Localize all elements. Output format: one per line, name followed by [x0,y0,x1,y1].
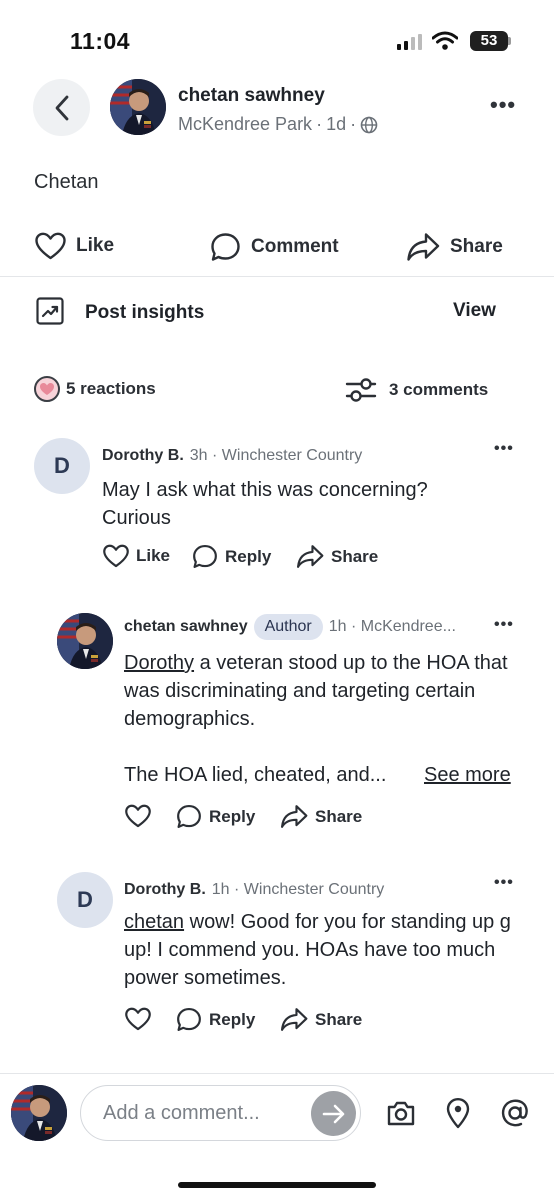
comment-text-continued: The HOA lied, cheated, and... [124,764,387,786]
comment-button[interactable]: Comment [210,232,339,262]
comment-header: chetan sawhney Author 1h · McKendree... [124,614,456,640]
author-badge: Author [253,614,323,640]
share-label: Share [331,546,379,566]
back-button[interactable] [33,79,90,136]
filter-sliders-icon [345,378,377,402]
camera-icon[interactable] [386,1099,416,1127]
composer-divider [0,1073,554,1074]
reactions-summary[interactable]: 5 reactions [34,376,156,402]
commenter-name[interactable]: chetan sawhney [124,618,248,636]
comment-meta: 3h · Winchester Country [189,447,363,464]
post-insights-label: Post insights [85,302,205,323]
comment-label: Comment [251,236,339,257]
cellular-signal-icon [397,34,422,50]
share-button[interactable]: Share [406,232,503,262]
like-label: Like [76,235,115,256]
comment-reply-button[interactable]: Reply [176,1007,255,1032]
comment-meta: 1h · Winchester Country [211,881,385,898]
like-label: Like [136,546,171,565]
reactions-count: 5 reactions [66,379,156,398]
reply-label: Reply [209,1009,256,1029]
comment-like-button[interactable] [125,1007,151,1031]
share-arrow-icon [407,233,440,261]
send-button[interactable] [311,1091,356,1136]
comment-text: Dorothy a veteran stood up to the HOA th… [124,649,519,733]
comment-share-button[interactable]: Share [296,544,378,569]
comment-reply-button[interactable]: Reply [176,804,255,829]
commenter-name[interactable]: Dorothy B. [124,881,206,899]
meta-separator: · [316,114,323,134]
reply-label: Reply [225,546,272,566]
share-label: Share [315,806,363,826]
mention-at-icon[interactable] [500,1098,530,1128]
comment-more-button[interactable]: ••• [494,440,514,458]
reply-bubble-icon [193,545,217,568]
comment-share-button[interactable]: Share [280,804,362,829]
location-pin-icon[interactable] [445,1097,471,1129]
comment-bubble-icon [211,233,240,261]
see-more-link[interactable]: See more [424,761,511,789]
insights-chart-icon [36,297,64,325]
status-time: 11:04 [70,28,131,54]
commenter-avatar[interactable]: D [57,872,113,928]
heart-icon [35,232,66,260]
author-location[interactable]: McKendree Park [178,114,312,135]
commenter-avatar[interactable] [57,613,113,669]
comment-header: Dorothy B. 1h · Winchester Country [124,881,384,899]
comments-filter-button[interactable]: 3 comments [345,376,488,404]
home-indicator [178,1182,376,1188]
post-age: 1d [326,114,347,134]
comment-text: chetan wow! Good for you for standing up… [124,908,524,992]
post-more-button[interactable]: ••• [490,92,516,118]
meta-separator: · [350,114,357,134]
mention-link[interactable]: Dorothy [124,652,194,674]
avatar-photo [11,1085,67,1141]
wifi-icon [432,31,458,50]
heart-icon [125,1007,151,1031]
comment-meta: 1h · McKendree... [328,618,456,635]
mention-link[interactable]: chetan [124,911,184,933]
commenter-avatar[interactable]: D [34,438,90,494]
divider [0,276,554,277]
comments-count: 3 comments [389,380,489,399]
heart-icon [103,544,129,568]
comment-like-button[interactable]: Like [103,544,170,568]
post-body: Chetan [34,171,99,193]
comment-more-button[interactable]: ••• [494,616,514,634]
reply-label: Reply [209,806,256,826]
comment-header: Dorothy B. 3h · Winchester Country [102,447,362,465]
battery-tip [508,37,511,45]
current-user-avatar[interactable] [11,1085,67,1141]
share-arrow-icon [296,545,324,568]
heart-icon [125,804,151,828]
share-label: Share [315,1009,363,1029]
reaction-heart-icon [34,376,60,402]
share-label: Share [450,236,503,257]
comment-more-button[interactable]: ••• [494,874,514,892]
comment-like-button[interactable] [125,804,151,828]
author-avatar[interactable] [110,79,166,135]
battery-icon: 53 [470,31,508,51]
share-arrow-icon [280,805,308,828]
globe-icon [360,116,378,133]
arrow-right-icon [322,1104,344,1123]
author-name[interactable]: chetan sawhney [178,85,325,107]
insights-view-button[interactable]: View [453,300,496,322]
like-button[interactable]: Like [35,232,114,260]
share-arrow-icon [280,1008,308,1031]
reply-bubble-icon [177,805,201,828]
chevron-left-icon [55,95,68,120]
avatar-photo [57,613,113,669]
comment-share-button[interactable]: Share [280,1007,362,1032]
author-meta: McKendree Park · 1d · [178,114,378,135]
reply-bubble-icon [177,1008,201,1031]
comment-reply-button[interactable]: Reply [192,544,271,569]
comment-text: May I ask what this was concerning? Curi… [102,479,428,529]
commenter-name[interactable]: Dorothy B. [102,447,184,465]
avatar-photo [110,79,166,135]
